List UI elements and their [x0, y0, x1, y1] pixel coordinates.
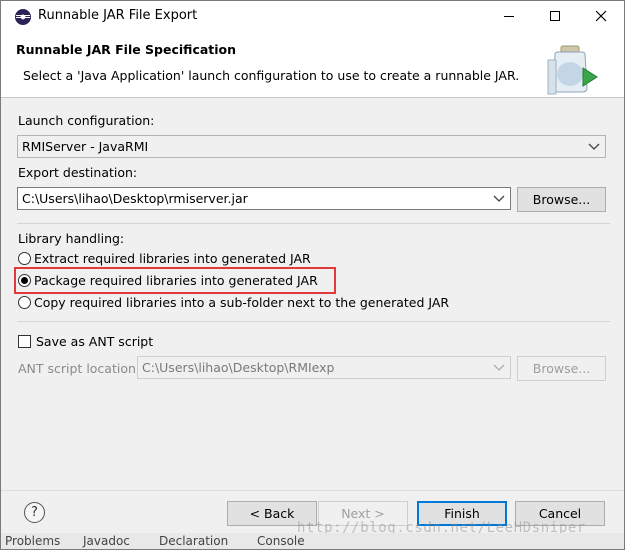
close-icon [595, 10, 607, 22]
radio-copy-label: Copy required libraries into a sub-folde… [34, 295, 450, 310]
background-tab-problems: Problems [5, 534, 61, 548]
radio-button[interactable] [18, 296, 31, 309]
red-highlight-box [14, 267, 336, 294]
maximize-icon [550, 11, 560, 21]
launch-configuration-label: Launch configuration: [18, 113, 155, 128]
minimize-icon [504, 15, 514, 17]
background-tab-strip: Problems Javadoc Declaration Console [1, 533, 624, 550]
minimize-button[interactable] [486, 1, 532, 31]
jar-export-icon [547, 45, 598, 95]
page-title: Runnable JAR File Specification [16, 42, 237, 57]
save-ant-script-checkbox[interactable]: Save as ANT script [18, 334, 153, 349]
export-destination-input[interactable]: C:\Users\lihao\Desktop\rmiserver.jar [17, 187, 511, 210]
radio-button[interactable] [18, 252, 31, 265]
close-button[interactable] [578, 1, 624, 31]
page-description: Select a 'Java Application' launch confi… [23, 68, 520, 83]
eclipse-icon [15, 9, 31, 25]
radio-copy-libraries[interactable]: Copy required libraries into a sub-folde… [18, 295, 449, 310]
save-ant-script-label: Save as ANT script [36, 334, 154, 349]
launch-configuration-select[interactable]: RMIServer - JavaRMI [17, 135, 606, 158]
separator [17, 223, 610, 224]
background-tab-declaration: Declaration [159, 534, 229, 548]
separator [17, 321, 610, 322]
ant-browse-button[interactable]: Browse... [517, 356, 606, 381]
ant-location-label: ANT script location: [18, 361, 141, 376]
wizard-header: Runnable JAR File Specification Select a… [1, 31, 624, 98]
launch-configuration-value: RMIServer - JavaRMI [22, 139, 149, 154]
maximize-button[interactable] [532, 1, 578, 31]
export-browse-button[interactable]: Browse... [517, 187, 606, 212]
question-mark-icon: ? [31, 505, 38, 520]
export-destination-value: C:\Users\lihao\Desktop\rmiserver.jar [22, 191, 248, 206]
ant-location-value: C:\Users\lihao\Desktop\RMIexp [142, 360, 335, 375]
window-title: Runnable JAR File Export [38, 8, 198, 23]
export-destination-label: Export destination: [18, 165, 138, 180]
chevron-down-icon [588, 141, 600, 151]
library-handling-label: Library handling: [18, 231, 125, 246]
footer-separator [1, 490, 624, 491]
radio-extract-label: Extract required libraries into generate… [34, 251, 311, 266]
help-button[interactable]: ? [24, 502, 45, 523]
background-tab-console: Console [257, 534, 305, 548]
chevron-down-icon [493, 193, 505, 203]
radio-extract-libraries[interactable]: Extract required libraries into generate… [18, 251, 311, 266]
ant-location-input[interactable]: C:\Users\lihao\Desktop\RMIexp [137, 356, 511, 379]
checkbox[interactable] [18, 335, 31, 348]
chevron-down-icon [493, 362, 505, 372]
background-tab-javadoc: Javadoc [83, 534, 130, 548]
